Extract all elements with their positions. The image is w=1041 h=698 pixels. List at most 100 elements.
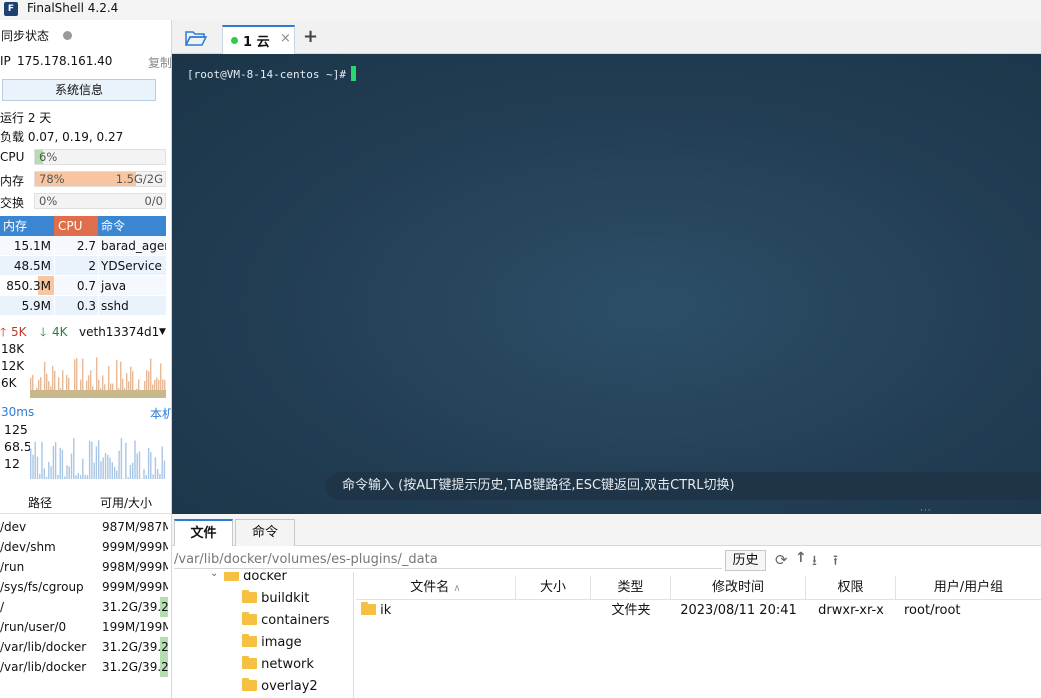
history-button[interactable]: 历史 — [725, 550, 766, 571]
disk-size: 998M/999M — [102, 560, 168, 574]
folder-icon — [242, 612, 257, 625]
column-size[interactable]: 大小 — [516, 576, 591, 599]
network-y-axis: 18K 12K 6K — [1, 341, 24, 392]
graph-bar — [154, 457, 157, 479]
disk-row[interactable]: /run 998M/999M — [0, 557, 171, 577]
memory-usage-bar: 78% 1.5G/2G — [34, 171, 166, 187]
upload-icon[interactable]: ⭱ — [833, 550, 838, 574]
graph-bar — [86, 475, 89, 479]
disk-row[interactable]: /dev 987M/987M — [0, 517, 171, 537]
process-cpu: 2 — [54, 256, 98, 275]
disk-path-header[interactable]: 路径 — [0, 492, 80, 513]
tab-commands[interactable]: 命令 — [235, 519, 295, 546]
disk-size: 31.2G/39.2G — [102, 637, 168, 657]
process-command: sshd — [98, 296, 166, 315]
graph-bar — [64, 476, 66, 479]
graph-bar — [152, 474, 154, 479]
disk-row[interactable]: /var/lib/docker 31.2G/39.2G — [0, 637, 171, 657]
graph-bar — [88, 440, 91, 479]
disk-row[interactable]: /var/lib/docker 31.2G/39.2G — [0, 657, 171, 677]
parent-dir-icon[interactable]: ↑ — [795, 550, 807, 566]
cpu-column-header[interactable]: CPU — [54, 216, 98, 236]
command-column-header[interactable]: 命令 — [98, 216, 166, 236]
column-modified[interactable]: 修改时间 — [671, 576, 806, 599]
network-interface-select[interactable]: veth13374d1 — [79, 323, 159, 341]
tree-item[interactable]: overlay2 — [242, 676, 318, 698]
open-folder-icon[interactable] — [185, 30, 207, 47]
graph-bar — [163, 460, 166, 479]
graph-bar — [150, 452, 152, 479]
file-name: ik — [380, 603, 392, 618]
graph-bar — [138, 451, 141, 479]
file-row[interactable]: ik 文件夹 2023/08/11 20:41 drwxr-xr-x root/… — [356, 600, 1041, 622]
tree-item[interactable]: network — [242, 654, 314, 676]
disk-row[interactable]: / 31.2G/39.2G — [0, 597, 171, 617]
process-row[interactable]: 850.3M 0.7 java — [0, 276, 166, 296]
tree-item[interactable]: containers — [242, 610, 330, 632]
graph-bar — [132, 462, 134, 479]
copy-ip-button[interactable]: 复制 — [148, 54, 171, 71]
process-row[interactable]: 15.1M 2.7 barad_agent — [0, 236, 166, 256]
tree-item-label: containers — [261, 613, 330, 628]
graph-bar — [32, 454, 34, 479]
process-row[interactable]: 5.9M 0.3 sshd — [0, 296, 166, 316]
graph-bar — [39, 473, 41, 479]
latency-host-select[interactable]: 本机 — [150, 405, 171, 422]
tree-item[interactable]: buildkit — [242, 588, 309, 610]
graph-bar — [75, 475, 77, 479]
graph-bar — [68, 466, 70, 479]
disk-size: 999M/999M — [102, 580, 168, 594]
process-cpu: 0.3 — [54, 296, 98, 315]
cpu-usage-bar: 6% — [34, 149, 166, 165]
tab-files[interactable]: 文件 — [174, 519, 233, 546]
disk-row[interactable]: /dev/shm 999M/999M — [0, 537, 171, 557]
process-cpu: 2.7 — [54, 236, 98, 255]
graph-bar — [134, 440, 136, 479]
latency-y-tick: 68.5 — [4, 439, 32, 454]
download-icon[interactable]: ⭳ — [812, 550, 817, 574]
chevron-down-icon[interactable]: ▼ — [159, 323, 166, 341]
add-tab-button[interactable]: + — [303, 26, 318, 47]
refresh-icon[interactable]: ⟳ — [775, 551, 788, 569]
graph-bar — [107, 454, 109, 479]
terminal-cursor — [350, 66, 356, 81]
memory-usage-text: 78% — [39, 172, 65, 186]
path-input[interactable] — [174, 551, 722, 569]
session-tab-bar: 1 云 × + — [172, 20, 1041, 55]
tree-item[interactable]: docker — [224, 572, 287, 588]
disk-row[interactable]: /sys/fs/cgroup 999M/999M — [0, 577, 171, 597]
close-tab-icon[interactable]: × — [280, 31, 291, 46]
graph-bar — [45, 476, 48, 479]
graph-bar — [54, 442, 57, 479]
disk-row[interactable]: /run/user/0 199M/199M — [0, 617, 171, 637]
graph-bar — [127, 477, 129, 479]
graph-bar — [61, 449, 64, 479]
resize-grip-icon[interactable]: ··· — [920, 506, 932, 514]
tree-expand-icon[interactable]: ⌄ — [210, 572, 218, 579]
system-info-button[interactable]: 系统信息 — [2, 79, 156, 101]
tab-session-1[interactable]: 1 云 × — [222, 25, 295, 55]
graph-bar — [98, 440, 100, 479]
finalshell-logo-icon: F — [4, 2, 18, 16]
column-owner[interactable]: 用户/用户组 — [896, 576, 1041, 599]
graph-bar — [136, 453, 138, 479]
process-row[interactable]: 48.5M 2 YDService — [0, 256, 166, 276]
folder-icon — [242, 656, 257, 669]
graph-bar — [120, 438, 123, 479]
ip-value: 175.178.161.40 — [17, 54, 113, 68]
column-permission[interactable]: 权限 — [806, 576, 896, 599]
disk-path: /var/lib/docker — [0, 640, 87, 654]
column-name[interactable]: 文件名 ∧ — [356, 576, 516, 599]
disk-size: 31.2G/39.2G — [102, 657, 168, 677]
column-type[interactable]: 类型 — [591, 576, 671, 599]
graph-bar — [70, 453, 73, 479]
command-input[interactable]: 命令输入 (按ALT键提示历史,TAB键路径,ESC键返回,双击CTRL切换) — [326, 472, 1041, 500]
mem-column-header[interactable]: 内存 — [0, 216, 54, 236]
file-type: 文件夹 — [611, 603, 651, 618]
upload-speed: 5K — [11, 325, 27, 339]
tree-item[interactable]: image — [242, 632, 302, 654]
file-permission: drwxr-xr-x — [818, 603, 884, 618]
terminal[interactable]: [root@VM-8-14-centos ~]# 命令输入 (按ALT键提示历史… — [172, 54, 1041, 514]
disk-size-header[interactable]: 可用/大小 — [80, 492, 171, 513]
upload-arrow-icon: 🡑 — [0, 325, 7, 339]
